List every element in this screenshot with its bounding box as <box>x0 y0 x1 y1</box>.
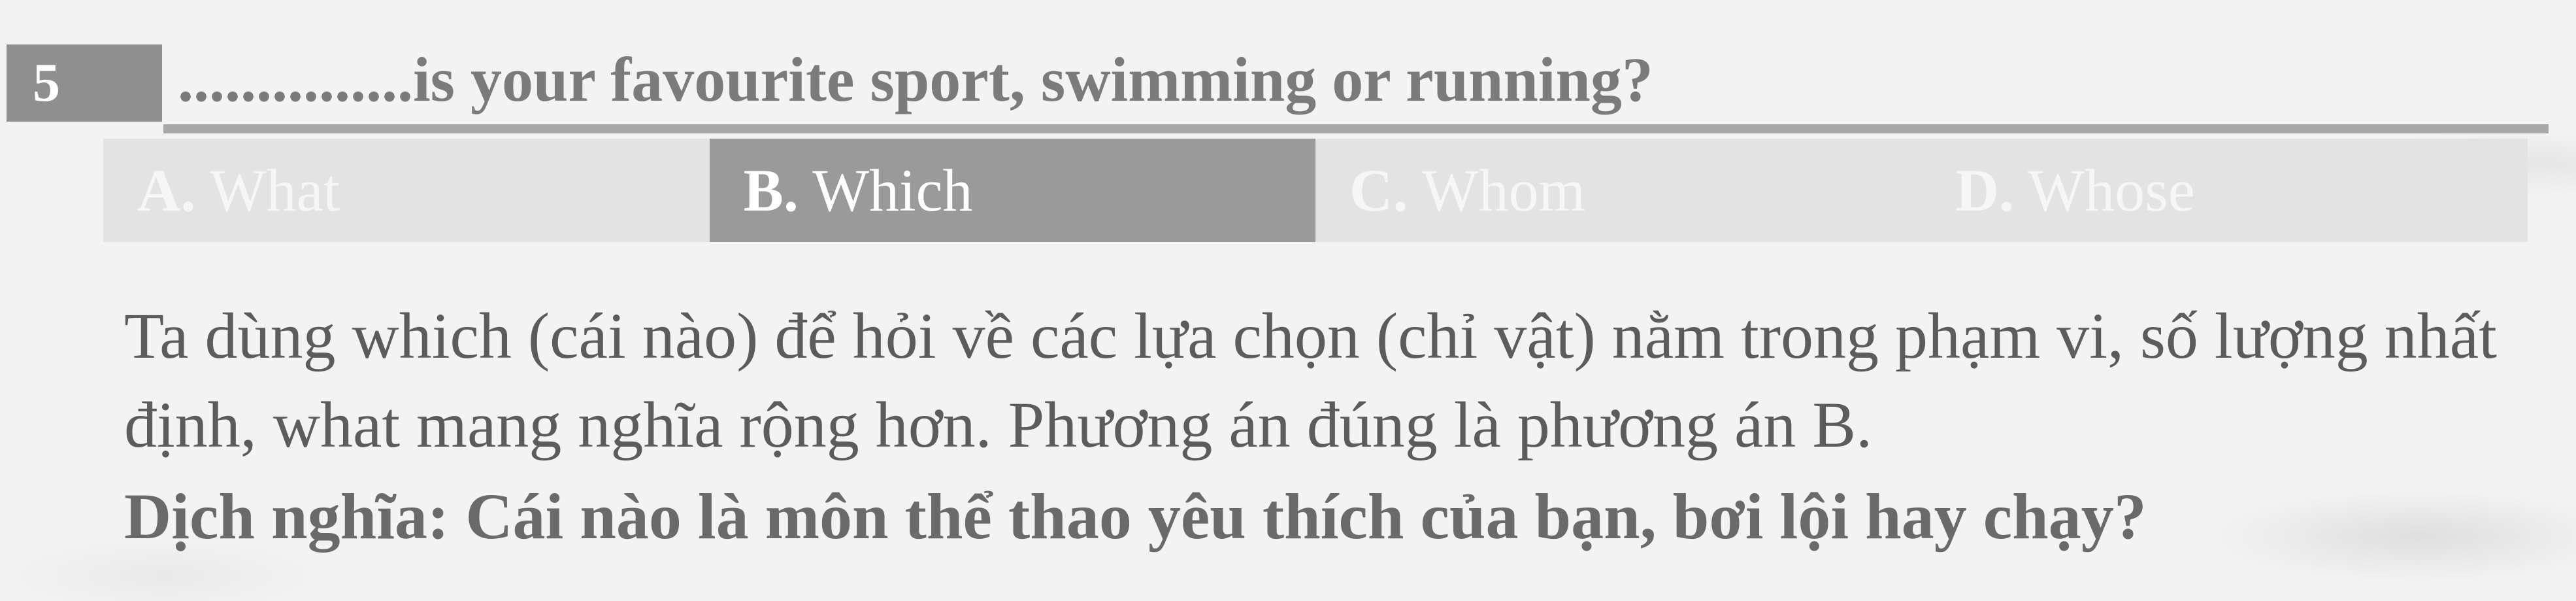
question-number: 5 <box>7 44 162 122</box>
option-d[interactable]: D. Whose <box>1921 139 2528 242</box>
question-text: ...............is your favourite sport, … <box>178 44 1653 114</box>
option-label: Which <box>812 157 973 224</box>
option-a[interactable]: A. What <box>103 139 710 242</box>
option-label: What <box>209 157 340 224</box>
option-letter: A. <box>137 157 196 224</box>
option-letter: C. <box>1349 157 1408 224</box>
option-label: Whom <box>1421 157 1586 224</box>
option-letter: B. <box>743 157 799 224</box>
option-label: Whose <box>2028 157 2195 224</box>
translation-text: Dịch nghĩa: Cái nào là môn thể thao yêu … <box>124 480 2147 553</box>
option-c[interactable]: C. Whom <box>1315 139 1922 242</box>
option-letter: D. <box>1955 157 2014 224</box>
explanation-text: Ta dùng which (cái nào) để hỏi về các lự… <box>124 300 2497 461</box>
page: 5 ...............is your favourite sport… <box>0 0 2576 601</box>
divider <box>163 124 2549 133</box>
answer-options: A. What B. Which C. Whom D. Whose <box>103 139 2528 242</box>
option-b[interactable]: B. Which <box>709 139 1315 242</box>
